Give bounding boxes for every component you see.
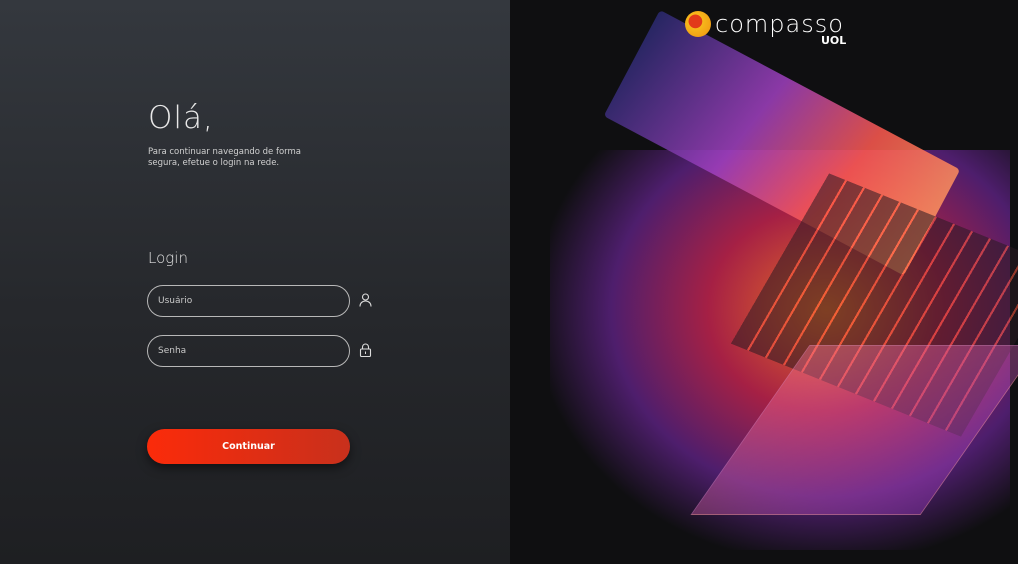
hero-image bbox=[510, 0, 1018, 564]
lock-icon bbox=[359, 343, 372, 357]
password-input[interactable] bbox=[147, 335, 350, 367]
username-input[interactable] bbox=[147, 285, 350, 317]
greeting-title: Olá, bbox=[148, 100, 214, 136]
login-panel: Olá, Para continuar navegando de forma s… bbox=[0, 0, 510, 564]
brand-mark-icon bbox=[685, 11, 711, 37]
user-icon bbox=[359, 293, 372, 307]
login-heading: Login bbox=[148, 249, 188, 267]
greeting-subtitle: Para continuar navegando de forma segura… bbox=[148, 147, 301, 168]
continue-button[interactable]: Continuar bbox=[147, 429, 350, 464]
brand-sub: UOL bbox=[821, 34, 847, 47]
